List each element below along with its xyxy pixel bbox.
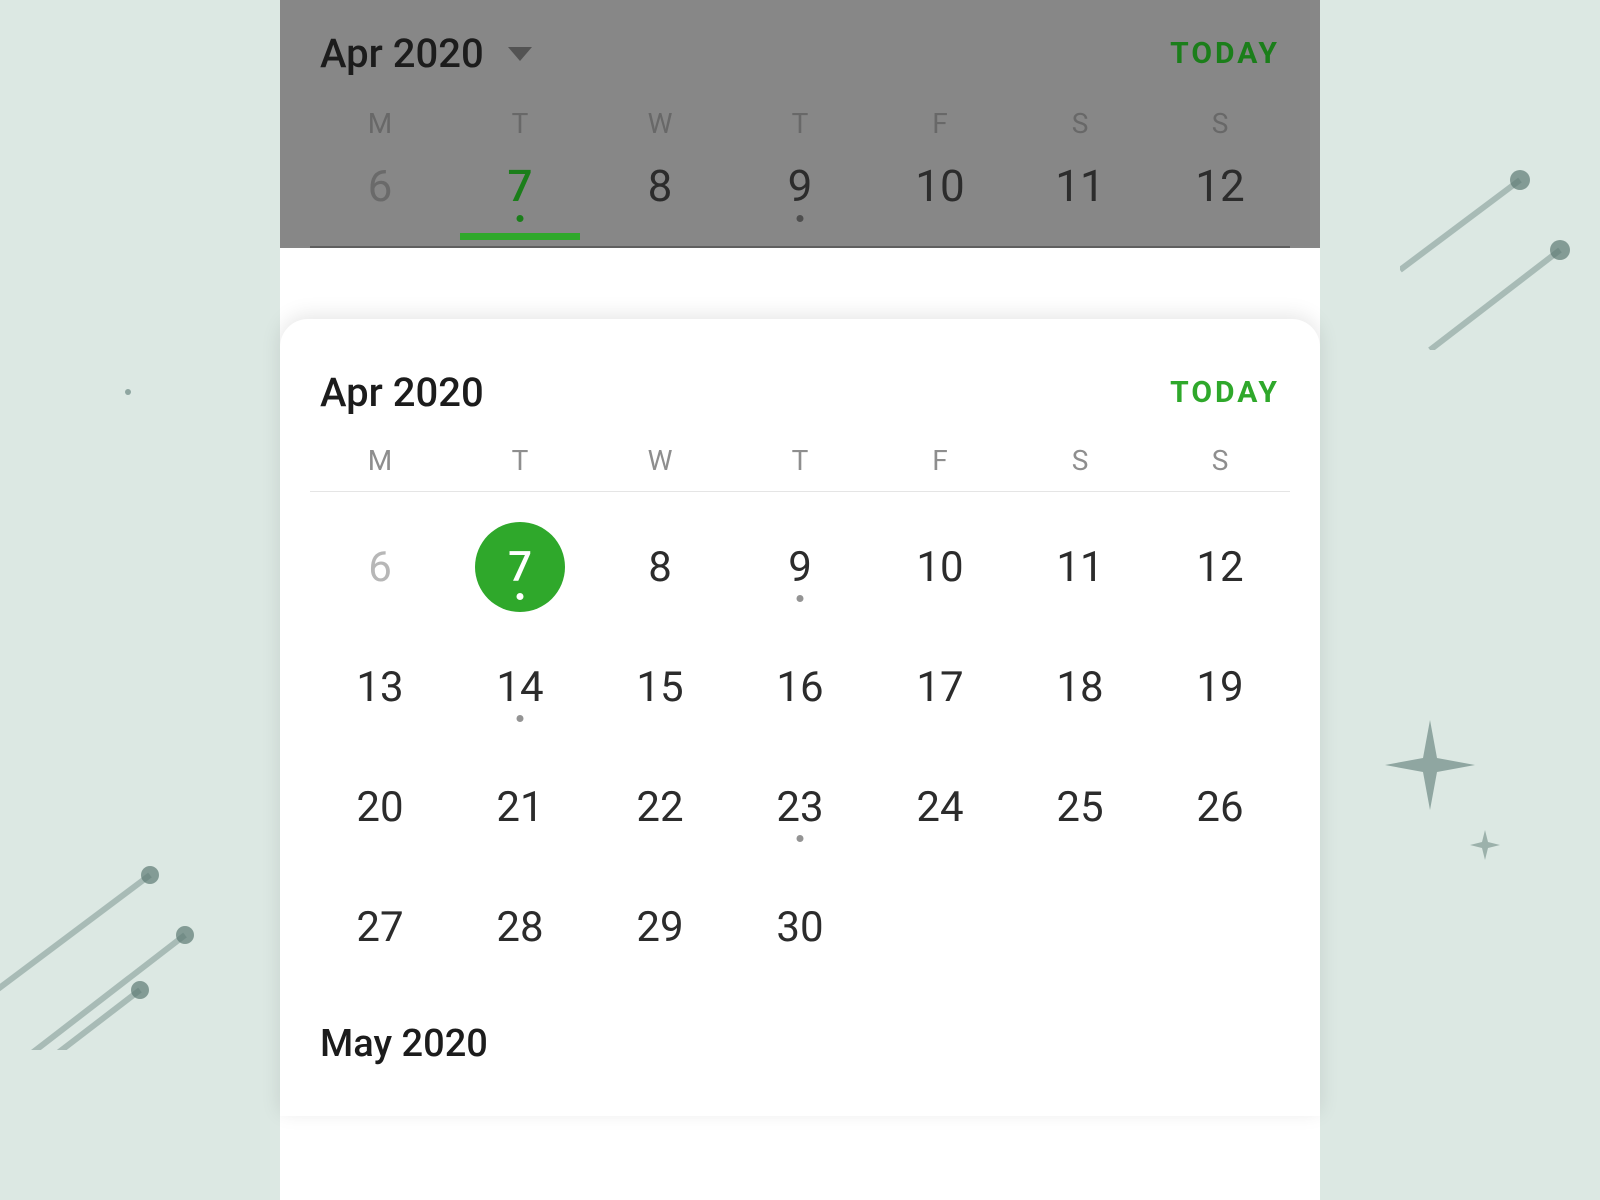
picker-day-number: 22 xyxy=(615,762,705,852)
picker-day-cell[interactable]: 30 xyxy=(730,882,870,1002)
picker-day-cell[interactable]: 22 xyxy=(590,762,730,882)
picker-day-number: 9 xyxy=(755,522,845,612)
picker-day-cell[interactable]: 23 xyxy=(730,762,870,882)
picker-day-label: F xyxy=(870,444,1010,477)
month-dropdown[interactable]: Apr 2020 xyxy=(320,30,532,77)
picker-day-cell[interactable]: 18 xyxy=(1010,642,1150,762)
picker-day-number: 21 xyxy=(475,762,565,852)
picker-day-number: 7 xyxy=(475,522,565,612)
week-day-cell[interactable]: 11 xyxy=(1010,160,1150,240)
picker-day-cell[interactable]: 14 xyxy=(450,642,590,762)
week-day-cell[interactable]: 8 xyxy=(590,160,730,240)
event-dot-icon xyxy=(797,595,804,602)
picker-day-cell[interactable]: 25 xyxy=(1010,762,1150,882)
week-day-label: T xyxy=(450,107,590,154)
next-month-label: May 2020 xyxy=(310,1002,1290,1096)
picker-day-number: 27 xyxy=(335,882,425,972)
picker-day-cell[interactable]: 20 xyxy=(310,762,450,882)
picker-day-label: T xyxy=(450,444,590,477)
week-day-label: M xyxy=(310,107,450,154)
picker-day-cell[interactable]: 16 xyxy=(730,642,870,762)
picker-day-cell[interactable]: 28 xyxy=(450,882,590,1002)
picker-day-cell[interactable]: 13 xyxy=(310,642,450,762)
picker-month-grid: 6789 10 11 12 13 14 15 16 17 18 19 20 21 22 23 24 25 26 27… xyxy=(310,492,1290,1002)
event-dot-icon xyxy=(797,835,804,842)
chevron-down-icon xyxy=(508,47,532,61)
week-day-label: F xyxy=(870,107,1010,154)
picker-day-cell[interactable]: 29 xyxy=(590,882,730,1002)
picker-day-label: M xyxy=(310,444,450,477)
week-day-numbers-row: 6789101112 xyxy=(310,160,1290,246)
picker-day-number: 8 xyxy=(615,522,705,612)
event-dot-icon xyxy=(797,215,804,222)
picker-day-cell[interactable]: 26 xyxy=(1150,762,1290,882)
picker-day-label: S xyxy=(1150,444,1290,477)
picker-day-cell[interactable]: 9 xyxy=(730,522,870,642)
picker-day-number: 6 xyxy=(335,522,425,612)
picker-day-cell xyxy=(1150,882,1290,1002)
picker-day-cell[interactable]: 10 xyxy=(870,522,1010,642)
picker-day-number: 19 xyxy=(1175,642,1265,732)
event-dot-icon xyxy=(517,715,524,722)
month-picker-sheet: Apr 2020 TODAY MTWTFSS 67891011121314151… xyxy=(280,319,1320,1116)
week-divider xyxy=(310,246,1290,248)
picker-day-number: 16 xyxy=(755,642,845,732)
week-day-cell[interactable]: 6 xyxy=(310,160,450,240)
picker-month-label: Apr 2020 xyxy=(320,369,484,416)
picker-day-number: 20 xyxy=(335,762,425,852)
picker-day-cell[interactable]: 27 xyxy=(310,882,450,1002)
week-day-label: W xyxy=(590,107,730,154)
picker-day-number: 23 xyxy=(755,762,845,852)
week-day-cell[interactable]: 10 xyxy=(870,160,1010,240)
month-label: Apr 2020 xyxy=(320,30,484,77)
picker-day-cell[interactable]: 8 xyxy=(590,522,730,642)
week-day-cell[interactable]: 9 xyxy=(730,160,870,240)
picker-day-number: 26 xyxy=(1175,762,1265,852)
picker-day-cell xyxy=(870,882,1010,1002)
picker-day-number: 11 xyxy=(1035,522,1125,612)
today-button[interactable]: TODAY xyxy=(1170,36,1280,71)
picker-day-cell[interactable]: 17 xyxy=(870,642,1010,762)
week-day-cell[interactable]: 12 xyxy=(1150,160,1290,240)
picker-day-label: W xyxy=(590,444,730,477)
event-dot-icon xyxy=(517,593,524,600)
picker-day-cell[interactable]: 12 xyxy=(1150,522,1290,642)
picker-day-cell[interactable]: 6 xyxy=(310,522,450,642)
week-day-cell[interactable]: 7 xyxy=(450,160,590,240)
picker-day-cell[interactable]: 19 xyxy=(1150,642,1290,762)
week-day-label: S xyxy=(1150,107,1290,154)
picker-day-number: 24 xyxy=(895,762,985,852)
picker-day-cell[interactable]: 11 xyxy=(1010,522,1150,642)
event-dot-icon xyxy=(517,215,524,222)
picker-day-number: 30 xyxy=(755,882,845,972)
week-day-label: S xyxy=(1010,107,1150,154)
picker-day-cell[interactable]: 7 xyxy=(450,522,590,642)
picker-day-cell xyxy=(1010,882,1150,1002)
picker-day-cell[interactable]: 21 xyxy=(450,762,590,882)
picker-day-labels-row: MTWTFSS xyxy=(310,444,1290,492)
week-view-header: Apr 2020 TODAY MTWTFSS 6789101112 xyxy=(280,0,1320,248)
picker-day-number: 28 xyxy=(475,882,565,972)
picker-day-number: 29 xyxy=(615,882,705,972)
week-day-label: T xyxy=(730,107,870,154)
picker-day-cell[interactable]: 24 xyxy=(870,762,1010,882)
picker-day-number: 25 xyxy=(1035,762,1125,852)
week-day-labels-row: MTWTFSS xyxy=(310,107,1290,160)
picker-day-number: 10 xyxy=(895,522,985,612)
picker-day-number: 14 xyxy=(475,642,565,732)
picker-day-number: 15 xyxy=(615,642,705,732)
picker-day-number: 13 xyxy=(335,642,425,732)
picker-day-number: 17 xyxy=(895,642,985,732)
picker-day-number: 18 xyxy=(1035,642,1125,732)
picker-today-button[interactable]: TODAY xyxy=(1170,375,1280,410)
picker-day-number: 12 xyxy=(1175,522,1265,612)
picker-day-label: S xyxy=(1010,444,1150,477)
picker-day-label: T xyxy=(730,444,870,477)
picker-day-cell[interactable]: 15 xyxy=(590,642,730,762)
